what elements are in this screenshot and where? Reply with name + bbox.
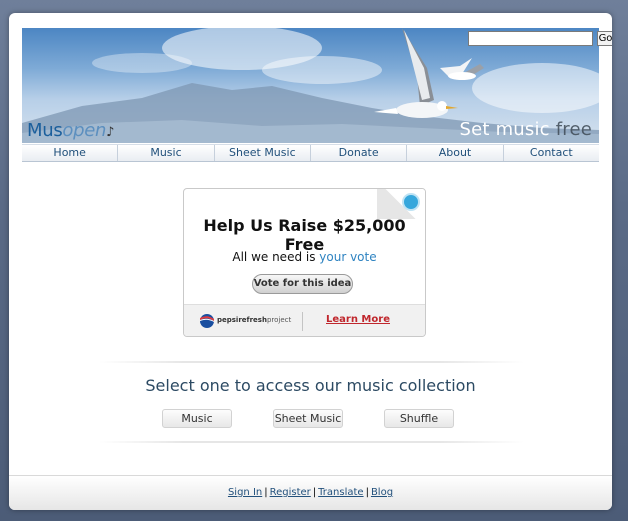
learn-more-link[interactable]: Learn More	[326, 314, 390, 325]
register-link[interactable]: Register	[270, 487, 311, 498]
search-input[interactable]	[468, 31, 593, 46]
widget-sub-prefix: All we need is	[232, 250, 320, 264]
pepsi-refresh-widget: Help Us Raise $25,000 Free All we need i…	[183, 188, 426, 337]
footer-separator: |	[365, 487, 369, 498]
logo-note-icon: ♪	[106, 125, 115, 140]
shuffle-button[interactable]: Shuffle	[384, 409, 454, 428]
music-button[interactable]: Music	[162, 409, 232, 428]
footer-links: Sign In | Register | Translate | Blog	[9, 487, 612, 498]
nav-item-sheet-music[interactable]: Sheet Music	[215, 145, 311, 161]
nav-item-home[interactable]: Home	[22, 145, 119, 161]
widget-title: Help Us Raise $25,000 Free	[203, 216, 406, 254]
divider-bottom	[99, 441, 524, 443]
widget-subtitle: All we need is your vote	[184, 250, 425, 264]
nav-item-music[interactable]: Music	[118, 145, 215, 161]
tagline-main: Set music	[459, 119, 556, 140]
page-container: Musopen♪ Set music free Go Home Music Sh…	[9, 13, 612, 510]
footer-separator: |	[264, 487, 268, 498]
collection-heading: Select one to access our music collectio…	[145, 376, 476, 395]
tagline: Set music free	[459, 119, 592, 140]
blog-link[interactable]: Blog	[371, 487, 393, 498]
search-go-button[interactable]: Go	[597, 31, 612, 46]
vote-button[interactable]: Vote for this idea	[252, 274, 353, 294]
translate-link[interactable]: Translate	[318, 487, 363, 498]
sign-in-link[interactable]: Sign In	[228, 487, 262, 498]
refresh-icon	[402, 193, 420, 211]
logo-open-text: open	[62, 120, 107, 141]
logo-mus-text: Mus	[27, 120, 63, 141]
nav-item-donate[interactable]: Donate	[311, 145, 408, 161]
page-footer: Sign In | Register | Translate | Blog	[9, 475, 612, 510]
pepsi-logo-icon	[200, 314, 214, 328]
widget-footer: pepsirefreshproject Learn More	[184, 304, 425, 336]
pepsi-refresh-project-text: pepsirefreshproject	[217, 316, 291, 324]
sheet-music-button[interactable]: Sheet Music	[273, 409, 343, 428]
footer-divider	[302, 312, 303, 331]
main-nav: Home Music Sheet Music Donate About Cont…	[22, 144, 599, 162]
pepsi-text-rest: project	[266, 316, 292, 324]
divider-top	[99, 361, 524, 363]
nav-item-contact[interactable]: Contact	[504, 145, 599, 161]
footer-separator: |	[312, 487, 317, 498]
tagline-free: free	[555, 119, 592, 140]
nav-item-about[interactable]: About	[407, 145, 504, 161]
seagull-small	[440, 58, 484, 80]
widget-sub-highlight: your vote	[319, 250, 377, 264]
musopen-logo[interactable]: Musopen♪	[27, 120, 114, 141]
pepsi-text-bold: pepsirefresh	[217, 316, 267, 324]
